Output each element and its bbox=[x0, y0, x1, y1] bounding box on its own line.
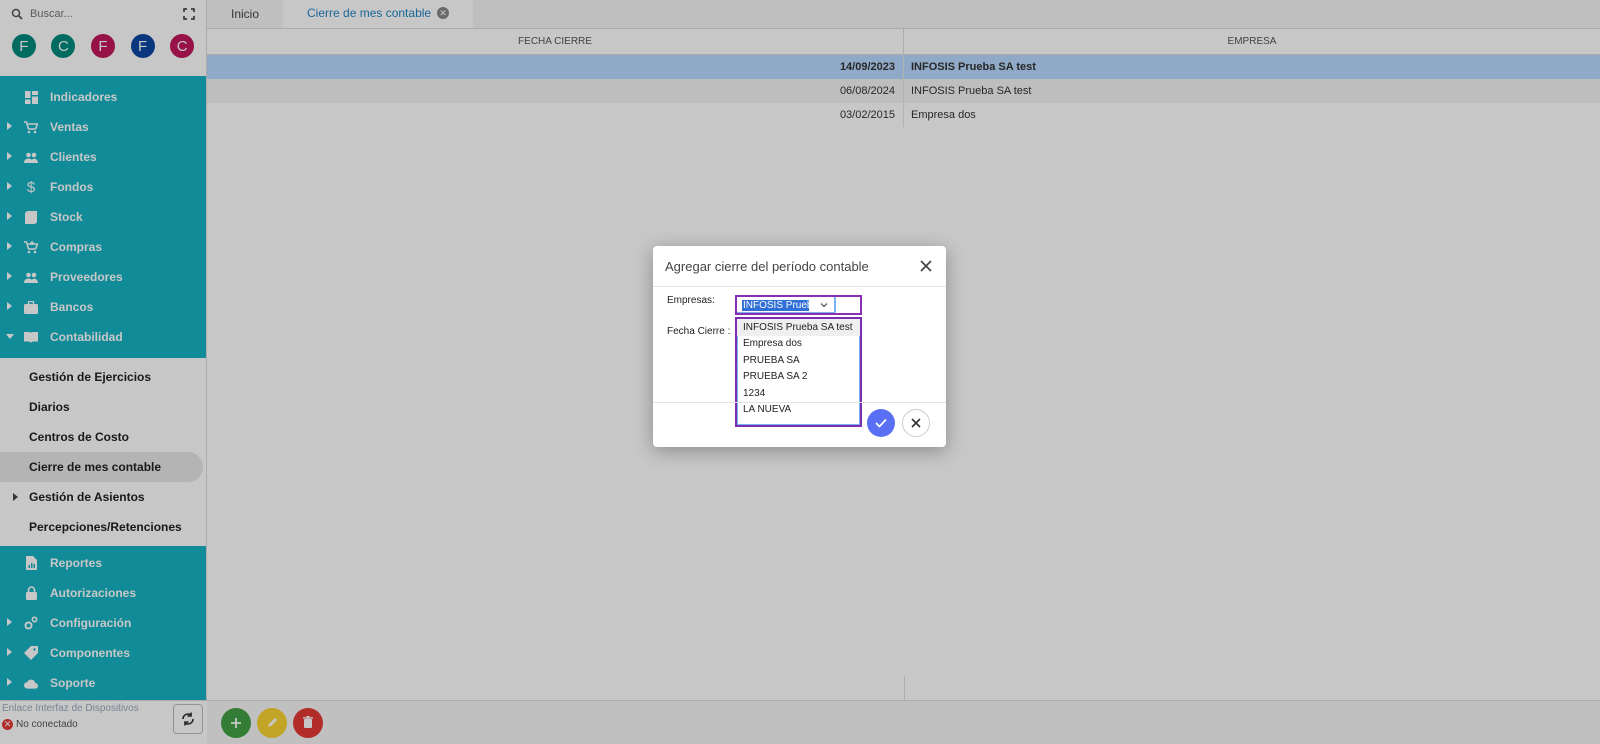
dropdown-option[interactable]: PRUEBA SA 2 bbox=[737, 369, 860, 386]
close-icon[interactable] bbox=[919, 259, 933, 273]
fecha-cierre-label: Fecha Cierre : bbox=[667, 326, 731, 337]
dialog-title: Agregar cierre del período contable bbox=[665, 258, 869, 274]
cancel-button[interactable] bbox=[902, 409, 930, 437]
empresas-label: Empresas: bbox=[667, 295, 715, 306]
empresas-dropdown: INFOSIS Prueba SA test Empresa dos PRUEBA … bbox=[735, 317, 862, 427]
dialog-footer-divider bbox=[653, 402, 946, 403]
dropdown-option[interactable]: LA NUEVA bbox=[737, 402, 860, 419]
dropdown-option[interactable]: PRUEBA SA bbox=[737, 352, 860, 369]
close-icon bbox=[911, 418, 921, 428]
empresas-select[interactable]: INFOSIS Prueba bbox=[735, 295, 836, 314]
confirm-button[interactable] bbox=[867, 409, 895, 437]
empresas-selected-value: INFOSIS Prueba bbox=[742, 300, 809, 311]
chevron-down-icon bbox=[820, 303, 828, 308]
dropdown-option[interactable]: INFOSIS Prueba SA test bbox=[737, 319, 860, 336]
dropdown-option[interactable]: 1234 bbox=[737, 385, 860, 402]
dialog-header: Agregar cierre del período contable bbox=[653, 246, 946, 287]
dropdown-option[interactable]: Empresa dos bbox=[737, 336, 860, 353]
add-closing-dialog: Agregar cierre del período contable Empr… bbox=[653, 246, 946, 447]
check-icon bbox=[875, 418, 887, 428]
